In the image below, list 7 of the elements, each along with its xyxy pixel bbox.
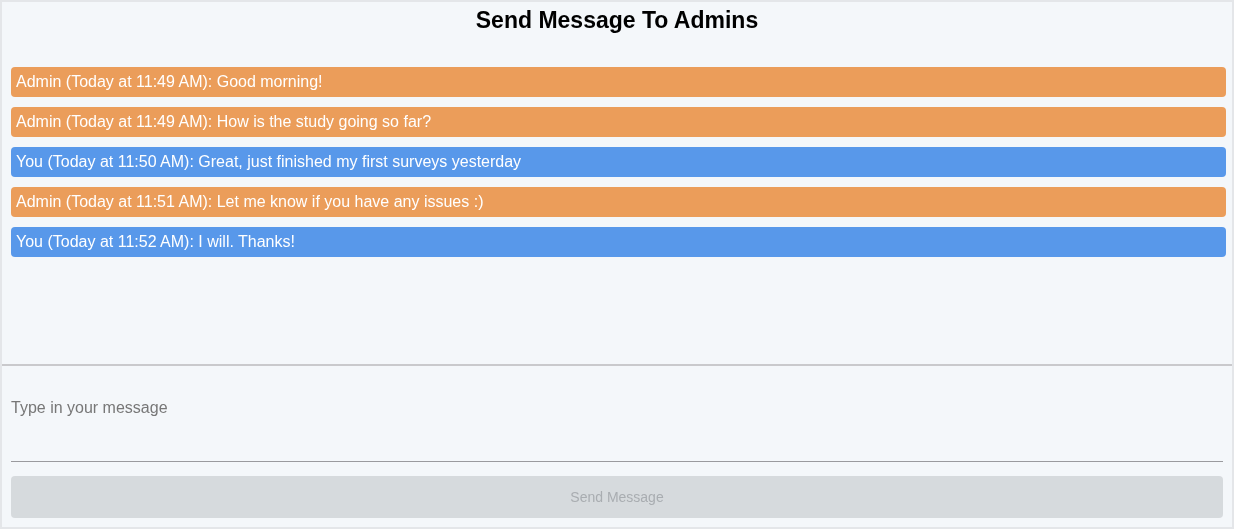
message-field[interactable]: Type in your message	[11, 380, 1223, 462]
message-bubble: Admin (Today at 11:49 AM): How is the study going so far?	[11, 107, 1226, 137]
message-bubble: Admin (Today at 11:49 AM): Good morning!	[11, 67, 1226, 97]
message-bubble: Admin (Today at 11:51 AM): Let me know if you have any issues :)	[11, 187, 1226, 217]
message-bubble: You (Today at 11:50 AM): Great, just finished my first surveys yesterday	[11, 147, 1226, 177]
message-bubble: You (Today at 11:52 AM): I will. Thanks!	[11, 227, 1226, 257]
page-title: Send Message To Admins	[475, 6, 759, 34]
